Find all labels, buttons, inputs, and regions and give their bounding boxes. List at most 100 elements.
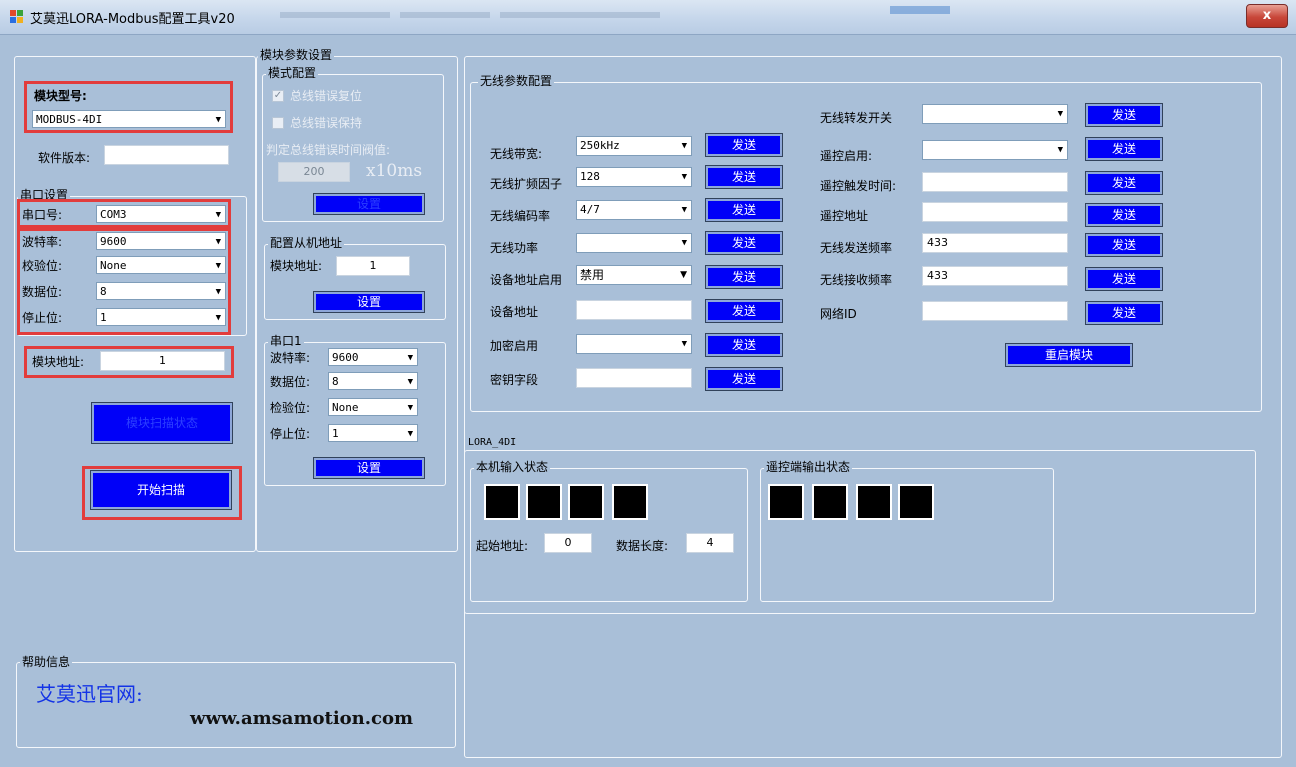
addr-label: 模块地址: xyxy=(32,355,85,369)
remote-trigger-field[interactable] xyxy=(922,172,1068,192)
s1-baud-select[interactable]: 9600 ▼ xyxy=(328,348,418,366)
chevron-down-icon: ▼ xyxy=(215,115,221,125)
databits-label: 数据位: xyxy=(22,285,63,299)
scan-status-button[interactable]: 模块扫描状态 xyxy=(91,402,233,444)
cr-select[interactable]: 4/7 ▼ xyxy=(576,200,692,220)
start-addr-label: 起始地址: xyxy=(476,539,529,553)
title-bar: 艾莫迅LORA-Modbus配置工具v20 x xyxy=(0,0,1296,35)
chevron-down-icon: ▼ xyxy=(215,313,221,323)
threshold-unit: x10ms xyxy=(366,161,423,181)
mode-set-button[interactable]: 设置 xyxy=(313,193,425,215)
data-len-field[interactable]: 4 xyxy=(686,533,734,553)
slave-addr-label: 模块地址: xyxy=(270,259,323,273)
s1-baud-label: 波特率: xyxy=(270,351,311,365)
serial1-set-button[interactable]: 设置 xyxy=(313,457,425,479)
start-scan-button[interactable]: 开始扫描 xyxy=(90,470,232,510)
encrypt-select[interactable]: ▼ xyxy=(576,334,692,354)
baud-label: 波特率: xyxy=(22,235,63,249)
remote-trigger-label: 遥控触发时间: xyxy=(820,179,897,193)
key-field[interactable] xyxy=(576,368,692,388)
threshold-field[interactable]: 200 xyxy=(278,162,350,182)
addr-enable-select[interactable]: 禁用 ▼ xyxy=(576,265,692,285)
dev-addr-label: 设备地址 xyxy=(490,305,539,319)
remote-trigger-send-button[interactable]: 发送 xyxy=(1085,171,1163,195)
cr-send-button[interactable]: 发送 xyxy=(705,198,783,222)
cr-label: 无线编码率 xyxy=(490,209,551,223)
module-params-title: 模块参数设置 xyxy=(258,48,335,62)
chevron-down-icon: ▼ xyxy=(681,205,687,215)
stopbits-select[interactable]: 1 ▼ xyxy=(96,308,226,326)
bus-reset-checkbox[interactable]: ✓ xyxy=(272,90,284,102)
bus-hold-label: 总线错误保持 xyxy=(290,116,363,130)
addr-enable-send-button[interactable]: 发送 xyxy=(705,265,783,289)
s1-databits-label: 数据位: xyxy=(270,375,311,389)
s1-databits-select[interactable]: 8 ▼ xyxy=(328,372,418,390)
site-url[interactable]: www.amsamotion.com xyxy=(190,708,413,730)
remote-addr-field[interactable] xyxy=(922,202,1068,222)
model-select[interactable]: MODBUS-4DI ▼ xyxy=(32,110,226,128)
addr-field[interactable]: 1 xyxy=(100,351,225,371)
net-id-send-button[interactable]: 发送 xyxy=(1085,301,1163,325)
chevron-down-icon: ▼ xyxy=(681,172,687,182)
relay-send-button[interactable]: 发送 xyxy=(1085,103,1163,127)
baud-select[interactable]: 9600 ▼ xyxy=(96,232,226,250)
sf-select[interactable]: 128 ▼ xyxy=(576,167,692,187)
remote-output-led-1 xyxy=(768,484,804,520)
mode-group-title: 模式配置 xyxy=(266,66,319,80)
site-label: 艾莫迅官网: xyxy=(36,682,143,706)
power-select[interactable]: ▼ xyxy=(576,233,692,253)
threshold-label: 判定总线错误时间阀值: xyxy=(266,143,391,157)
chevron-down-icon: ▼ xyxy=(1057,145,1063,155)
restart-module-button[interactable]: 重启模块 xyxy=(1005,343,1133,367)
chevron-down-icon: ▼ xyxy=(215,287,221,297)
power-label: 无线功率 xyxy=(490,241,539,255)
databits-select[interactable]: 8 ▼ xyxy=(96,282,226,300)
encrypt-send-button[interactable]: 发送 xyxy=(705,333,783,357)
serial1-group-title: 串口1 xyxy=(268,334,304,348)
wireless-group-title: 无线参数配置 xyxy=(478,74,555,88)
port-label: 串口号: xyxy=(22,208,63,222)
key-send-button[interactable]: 发送 xyxy=(705,367,783,391)
encrypt-label: 加密启用 xyxy=(490,339,539,353)
addr-enable-label: 设备地址启用 xyxy=(490,273,563,287)
parity-select[interactable]: None ▼ xyxy=(96,256,226,274)
bandwidth-send-button[interactable]: 发送 xyxy=(705,133,783,157)
rx-freq-field[interactable]: 433 xyxy=(922,266,1068,286)
tx-freq-send-button[interactable]: 发送 xyxy=(1085,233,1163,257)
model-label: 模块型号: xyxy=(34,89,87,103)
remote-addr-send-button[interactable]: 发送 xyxy=(1085,203,1163,227)
s1-parity-select[interactable]: None ▼ xyxy=(328,398,418,416)
bandwidth-select[interactable]: 250kHz ▼ xyxy=(576,136,692,156)
s1-stopbits-select[interactable]: 1 ▼ xyxy=(328,424,418,442)
remote-output-led-3 xyxy=(856,484,892,520)
start-addr-field[interactable]: 0 xyxy=(544,533,592,553)
sf-send-button[interactable]: 发送 xyxy=(705,165,783,189)
slave-set-button[interactable]: 设置 xyxy=(313,291,425,313)
dev-addr-send-button[interactable]: 发送 xyxy=(705,299,783,323)
port-select[interactable]: COM3 ▼ xyxy=(96,205,226,223)
slave-addr-field[interactable]: 1 xyxy=(336,256,410,276)
local-input-led-4 xyxy=(612,484,648,520)
bandwidth-label: 无线带宽: xyxy=(490,147,543,161)
chevron-down-icon: ▼ xyxy=(407,377,413,387)
remote-enable-send-button[interactable]: 发送 xyxy=(1085,137,1163,161)
relay-select[interactable]: ▼ xyxy=(922,104,1068,124)
app-icon xyxy=(10,10,24,24)
rx-freq-label: 无线接收频率 xyxy=(820,273,893,287)
chevron-down-icon: ▼ xyxy=(681,141,687,151)
help-group-title: 帮助信息 xyxy=(20,655,73,669)
power-send-button[interactable]: 发送 xyxy=(705,231,783,255)
rx-freq-send-button[interactable]: 发送 xyxy=(1085,267,1163,291)
tx-freq-field[interactable]: 433 xyxy=(922,233,1068,253)
tx-freq-label: 无线发送频率 xyxy=(820,241,893,255)
bus-hold-checkbox[interactable] xyxy=(272,117,284,129)
local-input-title: 本机输入状态 xyxy=(474,460,551,474)
net-id-field[interactable] xyxy=(922,301,1068,321)
s1-stopbits-label: 停止位: xyxy=(270,427,311,441)
close-button[interactable]: x xyxy=(1246,4,1288,28)
dev-addr-field[interactable] xyxy=(576,300,692,320)
chevron-down-icon: ▼ xyxy=(680,270,687,280)
sw-version-field[interactable] xyxy=(104,145,229,165)
slave-group-title: 配置从机地址 xyxy=(268,236,345,250)
remote-enable-select[interactable]: ▼ xyxy=(922,140,1068,160)
